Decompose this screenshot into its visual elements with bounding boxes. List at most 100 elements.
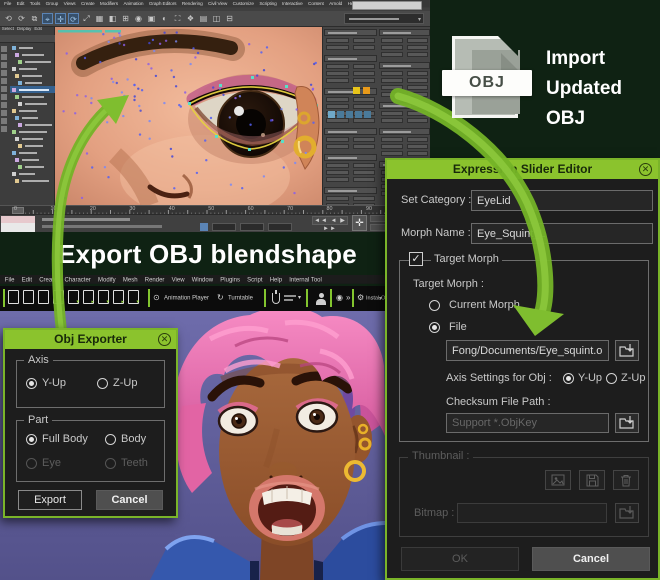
cc-menu-item[interactable]: Window (192, 276, 213, 283)
explorer-tool-icon[interactable] (1, 78, 7, 84)
explorer-tool-icon[interactable] (1, 110, 7, 116)
scene-object-row[interactable] (10, 128, 55, 135)
scene-object-row[interactable] (10, 44, 55, 51)
maxscript-mini-listener[interactable] (1, 216, 35, 223)
radio-axis-z-up[interactable] (606, 373, 617, 384)
max-menu-item[interactable]: Group (46, 1, 59, 6)
rollout-button-row[interactable] (324, 104, 377, 110)
coord-y-field[interactable] (240, 223, 264, 231)
instalod-caret-icon[interactable]: ▾ (379, 295, 382, 302)
cc-file-tool-icon[interactable]: ▸ (83, 290, 94, 304)
explorer-tool-icon[interactable] (1, 46, 7, 52)
animation-player-button[interactable]: Animation Player (164, 295, 209, 301)
cc-menu-item[interactable]: Help (270, 276, 282, 283)
cc-menu-item[interactable]: Internal Tool (289, 276, 322, 283)
rollout-header[interactable] (324, 187, 377, 194)
target-morph-checkbox[interactable]: ✓ (409, 252, 423, 266)
max-tool-icon[interactable]: ◐ (159, 13, 170, 24)
radio-body[interactable] (105, 434, 116, 445)
max-workspace-selector[interactable] (352, 1, 422, 10)
max-tool-icon[interactable]: ⊟ (224, 13, 235, 24)
rollout-header[interactable] (324, 128, 377, 135)
playback-controls[interactable]: ◄◄ ◄ ▶ ►► (312, 216, 348, 225)
explorer-tool-icon[interactable] (1, 62, 7, 68)
max-menu-item[interactable]: File (4, 1, 11, 6)
rollout-header[interactable] (379, 102, 430, 109)
rollout-button-row[interactable] (324, 38, 377, 44)
coord-z-field[interactable] (268, 223, 292, 231)
browse-checksum-button[interactable] (615, 413, 639, 433)
coord-x-field[interactable] (212, 223, 236, 231)
max-tool-icon[interactable]: ◧ (107, 13, 118, 24)
max-viewport-eye-closeup[interactable] (55, 27, 322, 205)
rollout-button-row[interactable] (324, 170, 377, 176)
rollout-header[interactable] (324, 29, 377, 36)
scene-object-row[interactable] (10, 65, 55, 72)
explorer-tool-icon[interactable] (1, 54, 7, 60)
rollout-header[interactable] (324, 55, 377, 62)
scene-object-row[interactable] (10, 58, 55, 65)
rollout-button-row[interactable] (324, 196, 377, 202)
explorer-tool-icon[interactable] (1, 94, 7, 100)
explorer-tool-icon[interactable] (1, 70, 7, 76)
max-menu-item[interactable]: Content (308, 1, 324, 6)
isolate-toggle[interactable] (200, 223, 208, 231)
rollout-header[interactable] (379, 29, 430, 36)
radio-z-up[interactable] (97, 378, 108, 389)
max-menu-item[interactable]: Graph Editors (149, 1, 177, 6)
max-tool-icon[interactable]: ⧉ (29, 13, 40, 24)
max-tool-icon[interactable]: ▤ (198, 13, 209, 24)
file-path-field[interactable] (446, 340, 609, 361)
max-tool-icon[interactable]: ▦ (94, 13, 105, 24)
max-menu-item[interactable]: Arnold (329, 1, 342, 6)
radio-teeth[interactable] (105, 458, 116, 469)
scene-object-row[interactable] (10, 86, 55, 93)
max-menu-item[interactable]: Modifiers (100, 1, 118, 6)
rollout-button-row[interactable] (379, 38, 430, 44)
cc-file-tool-icon[interactable] (38, 290, 49, 304)
scene-object-row[interactable] (10, 114, 55, 121)
max-menu-item[interactable]: Civil View (208, 1, 227, 6)
expression-editor-close-icon[interactable]: ✕ (639, 163, 652, 176)
explorer-tab[interactable]: Display (17, 27, 31, 33)
rollout-button-row[interactable] (379, 52, 430, 58)
scene-object-row[interactable] (10, 72, 55, 79)
rollout-button-row[interactable] (379, 151, 430, 157)
export-button[interactable]: Export (18, 490, 82, 510)
max-menu-item[interactable]: Tools (30, 1, 40, 6)
rollout-button-row[interactable] (324, 177, 377, 183)
radio-full-body[interactable] (26, 434, 37, 445)
obj-exporter-title[interactable]: Obj Exporter (5, 330, 176, 349)
rollout-header[interactable] (324, 154, 377, 161)
obj-exporter-close-icon[interactable]: ✕ (158, 333, 171, 346)
cc-file-tool-icon[interactable]: ▾ (68, 290, 79, 304)
rollout-button-row[interactable] (379, 78, 430, 84)
max-menu-item[interactable]: Customize (233, 1, 254, 6)
cc-menu-item[interactable]: Plugins (220, 276, 240, 283)
cc-menu-item[interactable]: Render (145, 276, 165, 283)
turntable-button[interactable]: Turntable (228, 295, 253, 301)
obj-exporter-cancel-button[interactable]: Cancel (96, 490, 163, 510)
cc-menu-item[interactable]: Create (39, 276, 57, 283)
rollout-button-row[interactable] (324, 45, 377, 51)
checksum-field[interactable] (446, 413, 609, 433)
explorer-tab[interactable]: Select (2, 27, 14, 33)
scene-object-row[interactable] (10, 51, 55, 58)
scene-object-row[interactable] (10, 177, 55, 184)
cc-menu-item[interactable]: Edit (22, 276, 32, 283)
maxscript-mini-listener-white[interactable] (1, 223, 35, 232)
max-tool-icon[interactable]: ⤢ (81, 13, 92, 24)
max-tool-icon[interactable]: ❖ (185, 13, 196, 24)
browse-file-button[interactable] (615, 340, 639, 361)
ok-button[interactable]: OK (401, 547, 519, 571)
cc-file-tool-icon[interactable]: ▾ (128, 290, 139, 304)
radio-eye[interactable] (26, 458, 37, 469)
rollout-button-row[interactable] (324, 118, 377, 124)
scene-object-row[interactable] (10, 135, 55, 142)
rollout-button-row[interactable] (379, 45, 430, 51)
cc-file-tool-icon[interactable]: ▾ (98, 290, 109, 304)
cc-menu-item[interactable]: Modify (98, 276, 116, 283)
max-tool-icon[interactable]: ⊞ (120, 13, 131, 24)
expression-editor-title[interactable]: Expression Slider Editor (387, 160, 658, 179)
scene-explorer-header[interactable]: Name (Sorted Ascending) (0, 35, 55, 43)
